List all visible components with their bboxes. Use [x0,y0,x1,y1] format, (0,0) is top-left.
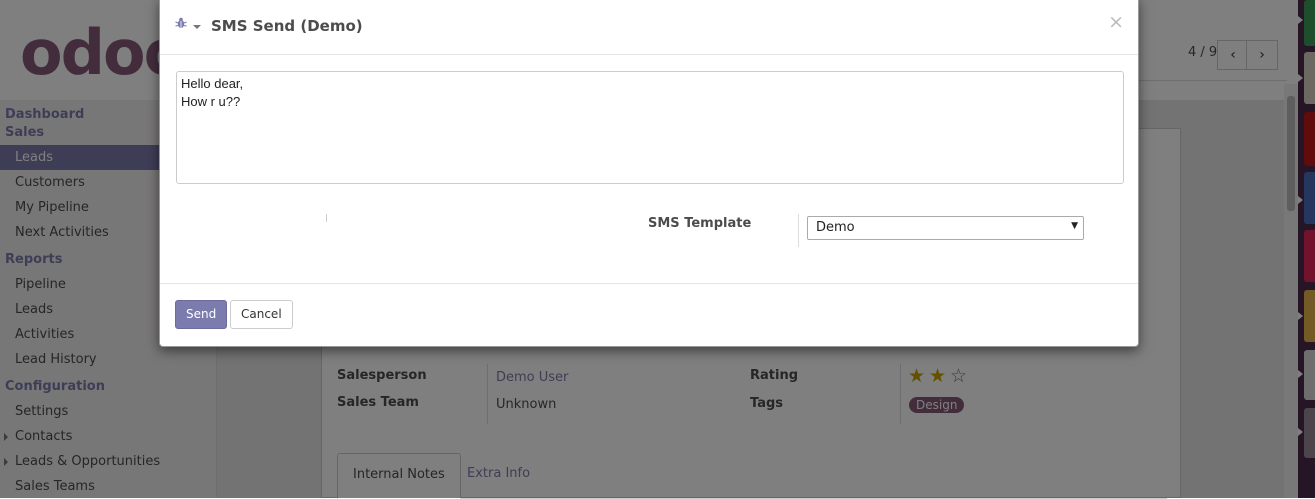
field-divider [798,214,799,247]
dialog-footer: Send Cancel [160,283,1138,347]
sms-template-select[interactable]: Demo ▼ [807,216,1084,240]
dialog-title: SMS Send (Demo) [211,17,363,35]
dropdown-arrow-icon: ▼ [1071,221,1078,231]
cancel-button[interactable]: Cancel [230,300,293,329]
sms-template-value: Demo [816,220,855,235]
chevron-down-icon[interactable] [193,25,201,29]
send-button[interactable]: Send [175,300,228,329]
sms-template-label: SMS Template [648,216,752,231]
bug-icon[interactable] [175,17,187,29]
empty-field-divider [326,214,327,222]
dialog-header: SMS Send (Demo) × [160,0,1138,55]
close-icon[interactable]: × [1108,13,1124,32]
sms-message-textarea[interactable]: Hello dear, How r u?? [176,71,1124,184]
sms-send-dialog: SMS Send (Demo) × Hello dear, How r u?? … [159,0,1139,347]
